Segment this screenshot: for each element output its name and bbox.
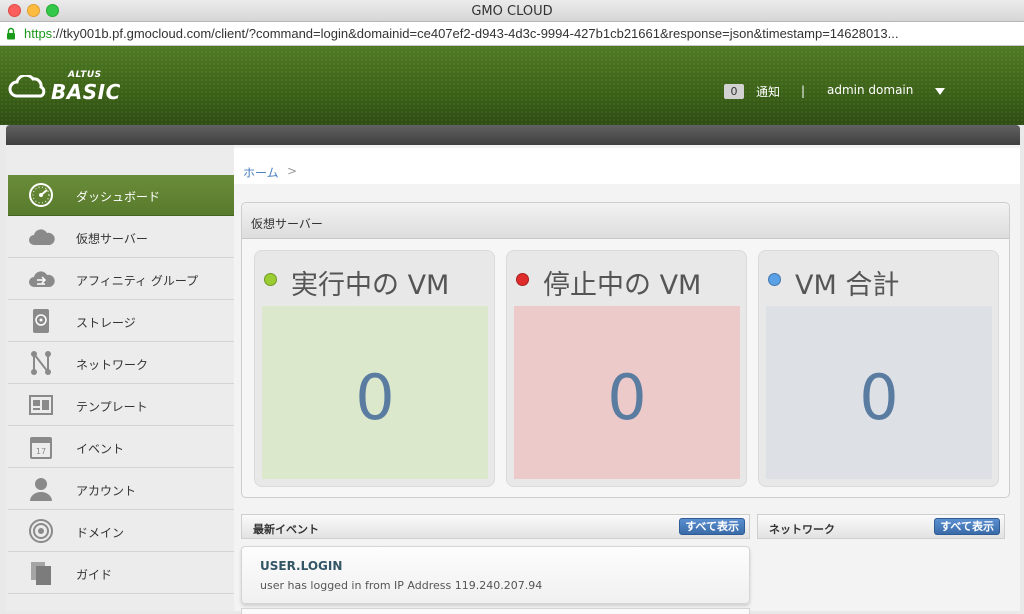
breadcrumb: ホーム > — [234, 148, 1020, 184]
notification-link[interactable]: 通知 — [756, 83, 780, 100]
sidebar-item-label: 仮想サーバー — [76, 232, 148, 246]
main-content: ホーム > 仮想サーバー 実行中の VM 0 停止中の VM 0 VM 合計 0… — [234, 145, 1020, 614]
event-item[interactable]: USER.LOGIN user has logged in from IP Ad… — [241, 546, 750, 604]
status-dot-icon — [516, 273, 529, 286]
stopped-vm-card[interactable]: 停止中の VM 0 — [506, 250, 747, 487]
sidebar-item-label: アフィニティ グループ — [76, 274, 199, 288]
template-icon — [29, 395, 53, 415]
sidebar-item-event[interactable]: 17 イベント — [8, 427, 234, 468]
url-path: ://tky001b.pf.gmocloud.com/client/?comma… — [52, 26, 899, 41]
sidebar-nav: ダッシュボード 仮想サーバー アフィニティ グループ ストレージ ネットワーク … — [6, 145, 234, 611]
address-bar[interactable]: https://tky001b.pf.gmocloud.com/client/?… — [0, 22, 1024, 46]
sidebar-item-guide[interactable]: ガイド — [8, 553, 234, 594]
network-icon — [31, 351, 51, 375]
panel-header: 仮想サーバー — [242, 203, 1009, 239]
running-vm-count: 0 — [355, 361, 395, 434]
sidebar-item-virtual-server[interactable]: 仮想サーバー — [8, 217, 234, 258]
window-titlebar: GMO CLOUD — [0, 0, 1024, 22]
status-dot-icon — [264, 273, 277, 286]
cloud-logo-icon — [8, 75, 46, 98]
section-title: ネットワーク — [769, 523, 835, 536]
panel-title: 仮想サーバー — [251, 217, 323, 231]
event-title: USER.LOGIN — [260, 559, 343, 573]
sidebar-item-label: ダッシュボード — [76, 190, 161, 204]
notification-count-badge[interactable]: 0 — [724, 84, 744, 99]
lock-icon — [7, 27, 15, 40]
sidebar-item-storage[interactable]: ストレージ — [8, 301, 234, 342]
minimize-window-button[interactable] — [27, 4, 40, 17]
sidebar-item-label: テンプレート — [76, 400, 148, 414]
logo-basic: BASIC — [51, 80, 121, 104]
hard-disk-icon — [33, 309, 49, 333]
close-window-button[interactable] — [8, 4, 21, 17]
url-text: https://tky001b.pf.gmocloud.com/client/?… — [24, 26, 898, 41]
network-section-header: ネットワーク すべて表示 — [757, 514, 1005, 539]
sidebar-item-domain[interactable]: ドメイン — [8, 511, 234, 552]
svg-text:17: 17 — [36, 447, 46, 456]
calendar-icon: 17 — [30, 437, 52, 459]
card-value-box: 0 — [262, 306, 488, 479]
total-vm-card[interactable]: VM 合計 0 — [758, 250, 999, 487]
url-scheme: https — [24, 26, 53, 41]
card-value-box: 0 — [766, 306, 992, 479]
virtual-server-panel: 仮想サーバー 実行中の VM 0 停止中の VM 0 VM 合計 0 — [241, 202, 1010, 498]
network-view-all-button[interactable]: すべて表示 — [934, 518, 1000, 535]
app-header: ALTUS BASIC 0 通知 | admin domain — [0, 46, 1024, 125]
breadcrumb-home-link[interactable]: ホーム — [243, 164, 279, 181]
status-dot-icon — [768, 273, 781, 286]
sidebar-item-label: ネットワーク — [76, 358, 149, 372]
card-value-box: 0 — [514, 306, 740, 479]
section-title: 最新イベント — [253, 523, 319, 536]
running-vm-card[interactable]: 実行中の VM 0 — [254, 250, 495, 487]
sidebar-item-dashboard[interactable]: ダッシュボード — [8, 175, 234, 216]
events-view-all-button[interactable]: すべて表示 — [679, 518, 745, 535]
window-title: GMO CLOUD — [471, 4, 553, 19]
guide-icon — [31, 562, 51, 585]
breadcrumb-separator: > — [287, 164, 298, 178]
sidebar-item-template[interactable]: テンプレート — [8, 385, 234, 426]
event-description: user has logged in from IP Address 119.2… — [260, 579, 543, 592]
logo-altus: ALTUS — [68, 70, 102, 80]
dashboard-gauge-icon — [29, 183, 53, 207]
sidebar-item-label: ガイド — [76, 568, 113, 582]
sidebar-item-label: アカウント — [76, 484, 137, 498]
sidebar-item-label: ドメイン — [76, 526, 125, 540]
total-vm-count: 0 — [859, 361, 899, 434]
domain-target-icon — [29, 519, 53, 543]
cloud-icon — [29, 229, 55, 245]
card-title: 実行中の VM — [291, 270, 450, 301]
sidebar-item-affinity-group[interactable]: アフィニティ グループ — [8, 259, 234, 300]
account-menu[interactable]: admin domain — [827, 83, 913, 97]
altus-basic-logo[interactable]: ALTUS BASIC — [8, 66, 121, 106]
event-item-partial — [241, 608, 750, 614]
card-title: 停止中の VM — [543, 270, 702, 301]
cloud-group-icon — [29, 271, 55, 287]
maximize-window-button[interactable] — [46, 4, 59, 17]
sidebar-item-label: ストレージ — [76, 316, 136, 330]
toolbar-strip — [6, 125, 1020, 145]
header-separator: | — [801, 84, 806, 98]
user-icon — [30, 478, 52, 501]
sidebar-item-label: イベント — [76, 442, 125, 456]
sidebar-item-account[interactable]: アカウント — [8, 469, 234, 510]
sidebar-item-network[interactable]: ネットワーク — [8, 343, 234, 384]
stopped-vm-count: 0 — [607, 361, 647, 434]
card-title: VM 合計 — [795, 270, 900, 301]
chevron-down-icon[interactable] — [935, 88, 945, 95]
latest-events-header: 最新イベント すべて表示 — [241, 514, 750, 539]
